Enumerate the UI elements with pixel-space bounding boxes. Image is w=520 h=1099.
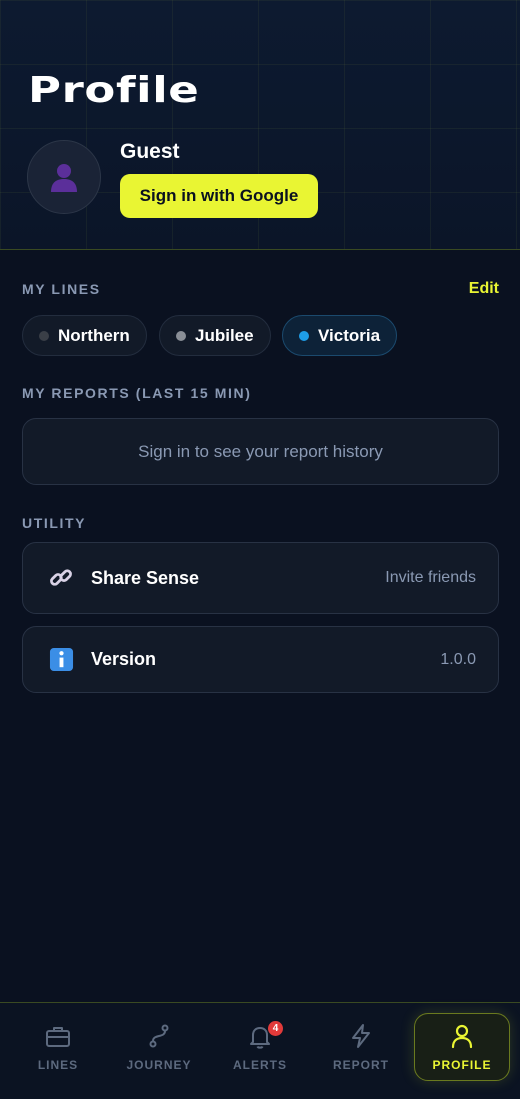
toolbox-icon	[46, 1027, 70, 1047]
line-dot	[299, 330, 309, 341]
nav-report[interactable]: REPORT	[313, 1013, 409, 1081]
nav-label: JOURNEY	[126, 1058, 192, 1072]
line-chip-jubilee[interactable]: Jubilee	[159, 315, 271, 356]
avatar	[27, 140, 101, 214]
report-empty-text: Sign in to see your report history	[138, 441, 383, 461]
route-icon	[149, 1024, 169, 1048]
link-icon	[47, 564, 75, 592]
nav-label: ALERTS	[233, 1058, 287, 1072]
alerts-badge: 4	[268, 1021, 283, 1036]
line-dot	[39, 330, 49, 341]
sign-in-google-button[interactable]: Sign in with Google	[120, 174, 318, 218]
info-icon	[47, 646, 75, 674]
user-icon	[451, 1024, 473, 1049]
line-chip-label: Victoria	[318, 325, 381, 345]
page-title: Profile	[28, 70, 200, 111]
nav-label: LINES	[37, 1058, 79, 1072]
line-chip-label: Northern	[58, 325, 130, 345]
my-lines-label: MY LINES	[22, 281, 101, 297]
nav-lines[interactable]: LINES	[10, 1013, 106, 1081]
line-chip-victoria[interactable]: Victoria	[282, 315, 398, 356]
nav-label: PROFILE	[432, 1058, 492, 1072]
util-value: Invite friends	[385, 569, 476, 586]
nav-alerts[interactable]: 4 ALERTS	[212, 1013, 308, 1081]
utility-label: UTILITY	[22, 515, 87, 531]
util-title: Version	[91, 649, 157, 669]
line-chip-northern[interactable]: Northern	[22, 315, 147, 356]
nav-profile[interactable]: PROFILE	[414, 1013, 510, 1081]
util-value: 1.0.0	[440, 650, 476, 668]
user-name: Guest	[120, 140, 180, 163]
my-reports-label: MY REPORTS (LAST 15 MIN)	[22, 385, 252, 401]
nav-label: REPORT	[332, 1058, 389, 1072]
version-row: Version 1.0.0	[22, 626, 499, 693]
line-chip-label: Jubilee	[195, 325, 254, 345]
report-history-card[interactable]: Sign in to see your report history	[22, 418, 499, 485]
bottom-nav: LINES JOURNEY 4 ALERTS REPORT PROFILE	[0, 1002, 520, 1099]
share-sense-row[interactable]: Share Sense Invite friends	[22, 542, 499, 614]
util-title: Share Sense	[91, 567, 200, 588]
line-dot	[176, 330, 186, 341]
edit-lines-button[interactable]: Edit	[469, 280, 499, 298]
user-silhouette-icon	[51, 164, 77, 192]
nav-journey[interactable]: JOURNEY	[111, 1013, 207, 1081]
bolt-icon	[352, 1024, 370, 1048]
